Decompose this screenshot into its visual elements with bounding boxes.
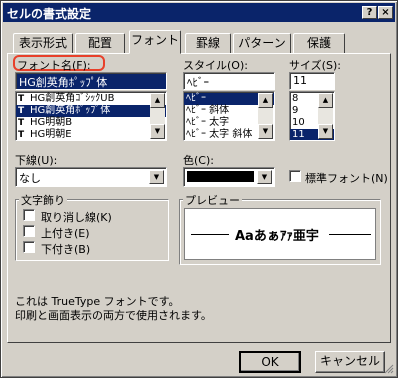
preview-box: Aaあぁｱｧ亜宇 xyxy=(184,208,376,260)
scroll-down-icon[interactable]: ▼ xyxy=(318,124,333,139)
tab-border[interactable]: 罫線 xyxy=(185,33,231,54)
strikethrough-checkbox[interactable] xyxy=(23,209,35,221)
format-cells-dialog: セルの書式設定 ? × 表示形式 配置 フォント 罫線 パターン 保護 フォント… xyxy=(0,0,398,378)
scroll-down-icon[interactable]: ▼ xyxy=(150,124,165,139)
strikethrough-label: 取り消し線(K) xyxy=(41,211,112,224)
style-list-scrollbar[interactable]: ▲ ▼ xyxy=(258,93,273,139)
scroll-up-icon[interactable]: ▲ xyxy=(150,93,165,108)
scroll-up-icon[interactable]: ▲ xyxy=(258,93,273,108)
subscript-label: 下付き(B) xyxy=(41,243,91,256)
title-bar: セルの書式設定 ? × xyxy=(3,3,395,22)
style-input[interactable]: ﾍﾋﾞｰ xyxy=(183,72,275,90)
window-title: セルの書式設定 xyxy=(7,7,92,21)
font-name-label: フォント名(F): xyxy=(17,59,91,72)
tab-alignment[interactable]: 配置 xyxy=(75,33,125,54)
underline-label: 下線(U): xyxy=(15,154,58,167)
chevron-down-icon[interactable]: ▼ xyxy=(149,170,164,184)
baseline-right xyxy=(329,234,371,235)
normal-font-checkbox[interactable] xyxy=(289,170,301,182)
info-line-2: 印刷と画面表示の両方で使用されます。 xyxy=(15,309,212,322)
list-item[interactable]: T HG明朝B xyxy=(16,117,166,129)
preview-title: プレビュー xyxy=(183,192,242,208)
truetype-icon: T xyxy=(18,106,25,116)
chevron-down-icon[interactable]: ▼ xyxy=(257,170,272,184)
tab-protection[interactable]: 保護 xyxy=(293,33,345,54)
size-label: サイズ(S): xyxy=(289,59,341,72)
scroll-up-icon[interactable]: ▲ xyxy=(318,93,333,108)
underline-value: なし xyxy=(19,172,41,185)
size-list[interactable]: 8 9 10 11 ▲ ▼ xyxy=(289,91,335,141)
baseline-left xyxy=(191,234,229,235)
cancel-button[interactable]: キャンセル xyxy=(315,351,385,373)
size-list-scrollbar[interactable]: ▲ ▼ xyxy=(318,93,333,139)
scroll-down-icon[interactable]: ▼ xyxy=(258,124,273,139)
truetype-icon: T xyxy=(18,118,25,128)
size-input[interactable]: 11 xyxy=(289,72,335,90)
font-list-scrollbar[interactable]: ▲ ▼ xyxy=(150,93,165,139)
truetype-icon: T xyxy=(18,130,25,140)
close-button[interactable]: × xyxy=(378,6,393,19)
font-name-list[interactable]: T HG創英角ｺﾞｼｯｸUB T HG創英角ﾎﾟｯﾌﾟ体 T HG明朝B T HG明朝E… xyxy=(15,91,167,141)
preview-sample: Aaあぁｱｧ亜宇 xyxy=(235,229,319,244)
normal-font-label: 標準フォント(N) xyxy=(305,172,388,185)
tab-patterns[interactable]: パターン xyxy=(233,33,291,54)
style-label: スタイル(O): xyxy=(183,59,248,72)
style-list[interactable]: ﾍﾋﾞｰ ﾍﾋﾞｰ 斜体 ﾍﾋﾞｰ 太字 ﾍﾋﾞｰ 太字 斜体 ▲ ▼ xyxy=(183,91,275,141)
superscript-checkbox[interactable] xyxy=(23,225,35,237)
resize-grip-icon[interactable] xyxy=(384,364,394,374)
subscript-checkbox[interactable] xyxy=(23,241,35,253)
superscript-label: 上付き(E) xyxy=(41,227,90,240)
effects-title: 文字飾り xyxy=(19,192,67,208)
list-item[interactable]: T HG創英角ﾎﾟｯﾌﾟ体 xyxy=(16,105,166,117)
tab-number[interactable]: 表示形式 xyxy=(13,33,73,54)
ok-button[interactable]: OK xyxy=(239,351,301,373)
font-name-input[interactable]: HG創英角ﾎﾟｯﾌﾟ体 xyxy=(15,72,167,90)
color-label: 色(C): xyxy=(183,154,214,167)
truetype-icon: T xyxy=(18,94,25,104)
underline-select[interactable]: なし ▼ xyxy=(15,167,167,187)
color-swatch xyxy=(187,171,254,182)
help-button[interactable]: ? xyxy=(362,6,377,19)
tab-font[interactable]: フォント xyxy=(129,30,181,54)
color-select[interactable]: ▼ xyxy=(183,167,275,187)
list-item[interactable]: T HG明朝E xyxy=(16,129,166,140)
list-item[interactable]: T HG創英角ｺﾞｼｯｸUB xyxy=(16,93,166,105)
